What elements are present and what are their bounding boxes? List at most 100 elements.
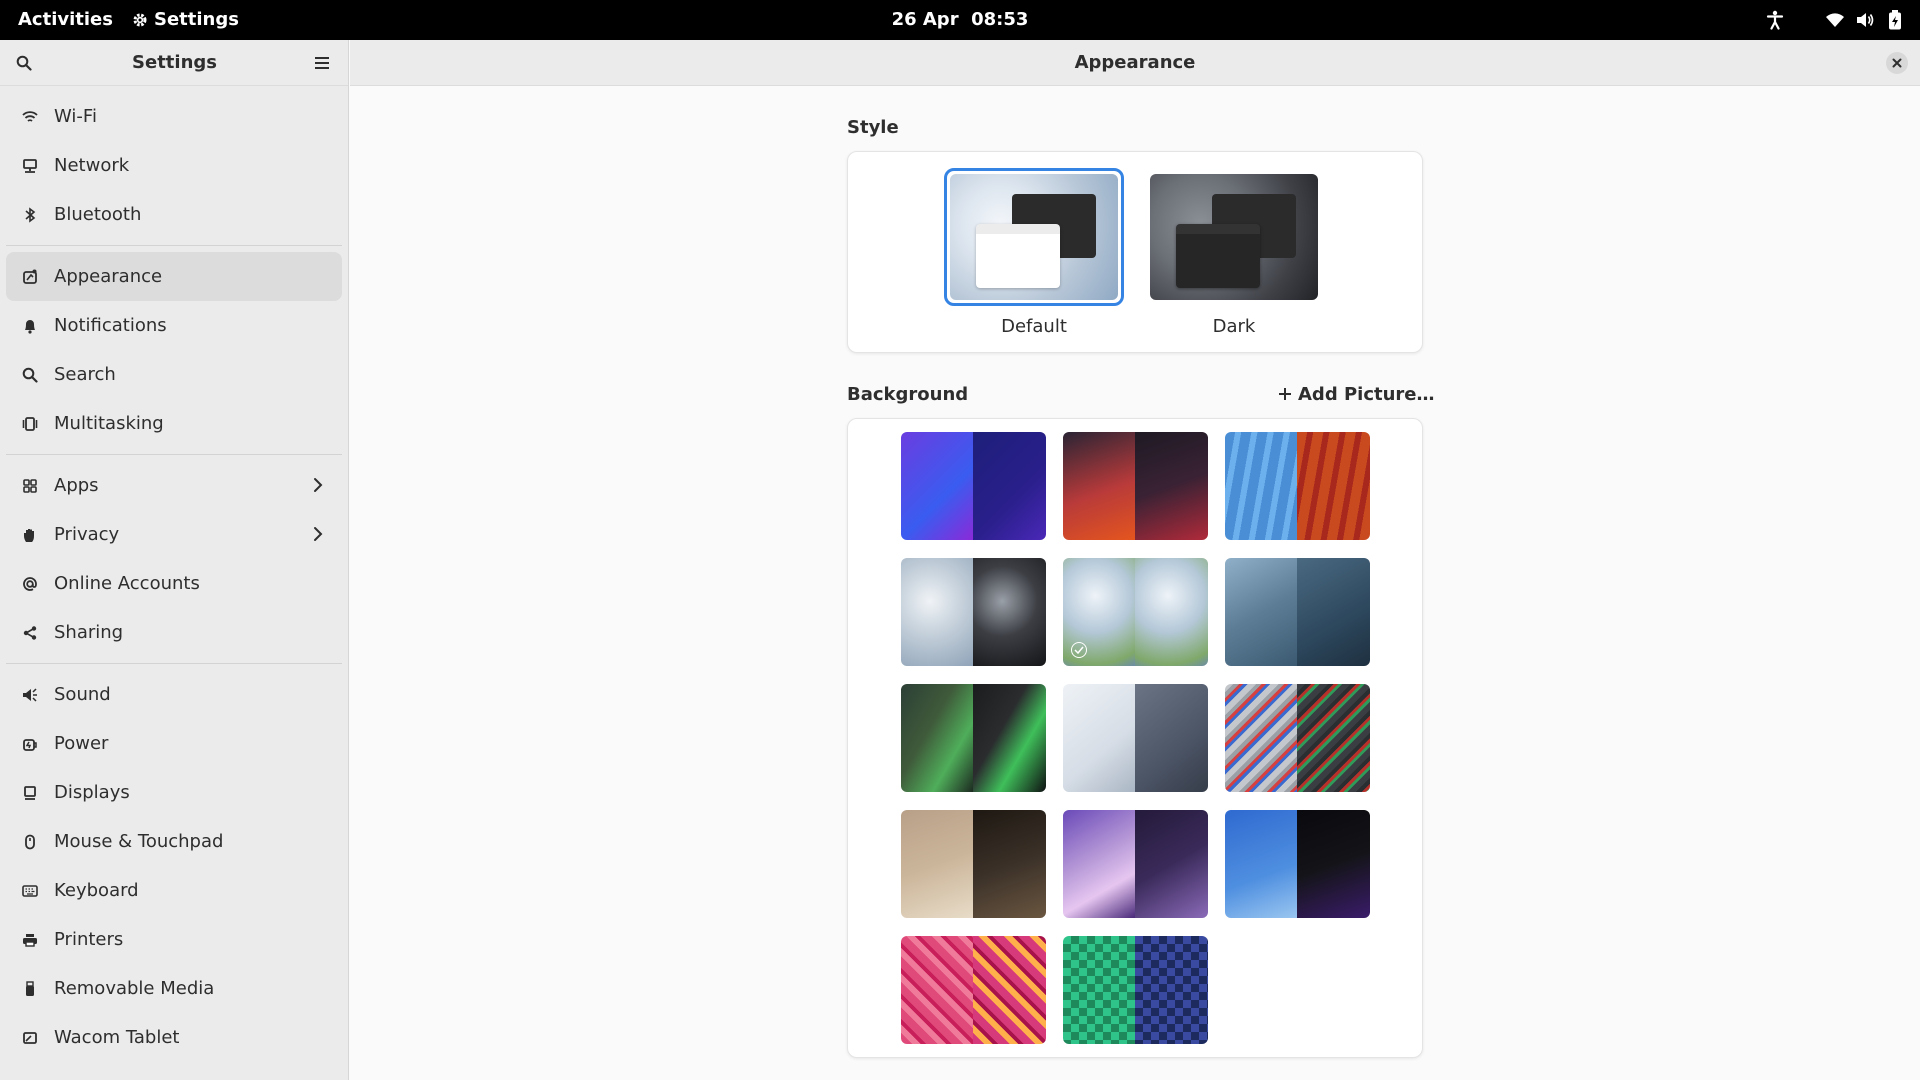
page-title: Appearance bbox=[1074, 52, 1196, 73]
volume-icon[interactable] bbox=[1850, 0, 1880, 40]
wallpaper-thumbnail[interactable] bbox=[901, 432, 1046, 540]
add-picture-button[interactable]: Add Picture… bbox=[1272, 376, 1441, 412]
wallpaper-thumbnail[interactable] bbox=[1225, 432, 1370, 540]
wallpaper-dark-variant bbox=[973, 558, 1046, 666]
background-section-label: Background bbox=[847, 384, 969, 405]
sidebar-item-search[interactable]: Search bbox=[6, 350, 342, 399]
sidebar-group: Sound Power Displays Mouse & Touchpad Keyboa… bbox=[0, 664, 348, 1068]
wallpaper-thumbnail[interactable] bbox=[1063, 558, 1208, 666]
sidebar-item-label: Multitasking bbox=[54, 413, 164, 434]
wallpaper-dark-variant bbox=[1135, 810, 1208, 918]
wallpaper-thumbnail[interactable] bbox=[1063, 432, 1208, 540]
sidebar-item-appearance[interactable]: Appearance bbox=[6, 252, 342, 301]
wifi-icon[interactable] bbox=[1820, 0, 1850, 40]
wallpaper-thumbnail[interactable] bbox=[1063, 810, 1208, 918]
background-card bbox=[847, 418, 1423, 1058]
sidebar-item-printers[interactable]: Printers bbox=[6, 915, 342, 964]
style-section-label: Style bbox=[847, 117, 899, 138]
wallpaper-thumbnail[interactable] bbox=[1063, 936, 1208, 1044]
printer-icon bbox=[20, 930, 40, 950]
search-button[interactable] bbox=[10, 49, 38, 77]
main-menu-button[interactable] bbox=[308, 49, 336, 77]
sidebar-item-network[interactable]: Network bbox=[6, 141, 342, 190]
wallpaper-light-variant bbox=[1225, 810, 1297, 918]
wallpaper-light-variant bbox=[1225, 432, 1297, 540]
sidebar-item-removable-media[interactable]: Removable Media bbox=[6, 964, 342, 1013]
sidebar-item-label: Keyboard bbox=[54, 880, 139, 901]
display-icon bbox=[20, 783, 40, 803]
sidebar-item-online-accounts[interactable]: Online Accounts bbox=[6, 559, 342, 608]
wallpaper-light-variant bbox=[1063, 810, 1135, 918]
activities-button[interactable]: Activities bbox=[18, 0, 113, 40]
style-option-label: Default bbox=[1001, 316, 1067, 337]
style-thumbnail-dark bbox=[1150, 174, 1318, 300]
search-icon bbox=[16, 55, 32, 71]
accessibility-icon[interactable] bbox=[1760, 0, 1790, 40]
top-bar: Activities Settings 26 Apr 08:53 bbox=[0, 0, 1920, 40]
multitasking-icon bbox=[20, 414, 40, 434]
wallpaper-thumbnail[interactable] bbox=[901, 936, 1046, 1044]
power-icon bbox=[20, 734, 40, 754]
sidebar-nav: Wi-Fi Network Bluetooth Appearance Notificat… bbox=[0, 86, 348, 1068]
share-icon bbox=[20, 623, 40, 643]
sidebar-item-wacom-tablet[interactable]: Wacom Tablet bbox=[6, 1013, 342, 1062]
wallpaper-thumbnail[interactable] bbox=[1225, 684, 1370, 792]
sidebar-item-keyboard[interactable]: Keyboard bbox=[6, 866, 342, 915]
clock[interactable]: 26 Apr 08:53 bbox=[0, 0, 1920, 40]
sidebar-item-sharing[interactable]: Sharing bbox=[6, 608, 342, 657]
sidebar-header: Settings bbox=[0, 40, 348, 86]
style-option-dark[interactable]: Dark bbox=[1144, 168, 1324, 337]
at-icon bbox=[20, 574, 40, 594]
style-card: Default Dark bbox=[847, 151, 1423, 353]
mouse-icon bbox=[20, 832, 40, 852]
system-tray[interactable] bbox=[1760, 0, 1920, 40]
sidebar-item-bluetooth[interactable]: Bluetooth bbox=[6, 190, 342, 239]
sidebar-item-displays[interactable]: Displays bbox=[6, 768, 342, 817]
sidebar-item-mouse-touchpad[interactable]: Mouse & Touchpad bbox=[6, 817, 342, 866]
sidebar-item-wi-fi[interactable]: Wi-Fi bbox=[6, 92, 342, 141]
sidebar-item-power[interactable]: Power bbox=[6, 719, 342, 768]
sidebar-item-label: Notifications bbox=[54, 315, 167, 336]
style-thumbnail-frame bbox=[1144, 168, 1324, 306]
chevron-right-icon bbox=[308, 475, 328, 495]
wallpaper-light-variant bbox=[1225, 558, 1297, 666]
keyboard-icon bbox=[20, 881, 40, 901]
wallpaper-dark-variant bbox=[973, 432, 1046, 540]
battery-icon[interactable] bbox=[1880, 0, 1910, 40]
wallpaper-light-variant bbox=[1063, 432, 1135, 540]
app-menu-button[interactable]: Settings bbox=[132, 0, 239, 40]
appearance-page: Style Default Dark Background Add Pictur… bbox=[350, 87, 1920, 1080]
wallpaper-thumbnail[interactable] bbox=[901, 810, 1046, 918]
sidebar-item-label: Online Accounts bbox=[54, 573, 200, 594]
wallpaper-light-variant bbox=[901, 684, 973, 792]
clock-date: 26 Apr bbox=[891, 9, 959, 30]
sidebar-group: Wi-Fi Network Bluetooth bbox=[0, 86, 348, 245]
sidebar-item-label: Sharing bbox=[54, 622, 124, 643]
plus-icon bbox=[1279, 388, 1291, 400]
wallpaper-dark-variant bbox=[1135, 558, 1208, 666]
sidebar-item-apps[interactable]: Apps bbox=[6, 461, 342, 510]
bell-icon bbox=[20, 316, 40, 336]
sidebar-item-multitasking[interactable]: Multitasking bbox=[6, 399, 342, 448]
sidebar-item-label: Printers bbox=[54, 929, 124, 950]
wallpaper-thumbnail[interactable] bbox=[1225, 558, 1370, 666]
wallpaper-thumbnail[interactable] bbox=[1225, 810, 1370, 918]
style-thumbnail-frame bbox=[944, 168, 1124, 306]
close-button[interactable] bbox=[1886, 52, 1908, 74]
hamburger-icon bbox=[315, 57, 329, 69]
wallpaper-thumbnail[interactable] bbox=[1063, 684, 1208, 792]
sidebar-item-sound[interactable]: Sound bbox=[6, 670, 342, 719]
sidebar-item-label: Wi-Fi bbox=[54, 106, 97, 127]
style-option-default[interactable]: Default bbox=[944, 168, 1124, 337]
sidebar-item-label: Power bbox=[54, 733, 109, 754]
wallpaper-light-variant bbox=[901, 936, 973, 1044]
hand-icon bbox=[20, 525, 40, 545]
sidebar-item-label: Mouse & Touchpad bbox=[54, 831, 224, 852]
sidebar-item-privacy[interactable]: Privacy bbox=[6, 510, 342, 559]
sidebar-item-notifications[interactable]: Notifications bbox=[6, 301, 342, 350]
sidebar-item-label: Search bbox=[54, 364, 116, 385]
wallpaper-thumbnail[interactable] bbox=[901, 684, 1046, 792]
clock-time: 08:53 bbox=[971, 9, 1029, 30]
add-picture-label: Add Picture… bbox=[1298, 383, 1435, 405]
wallpaper-thumbnail[interactable] bbox=[901, 558, 1046, 666]
